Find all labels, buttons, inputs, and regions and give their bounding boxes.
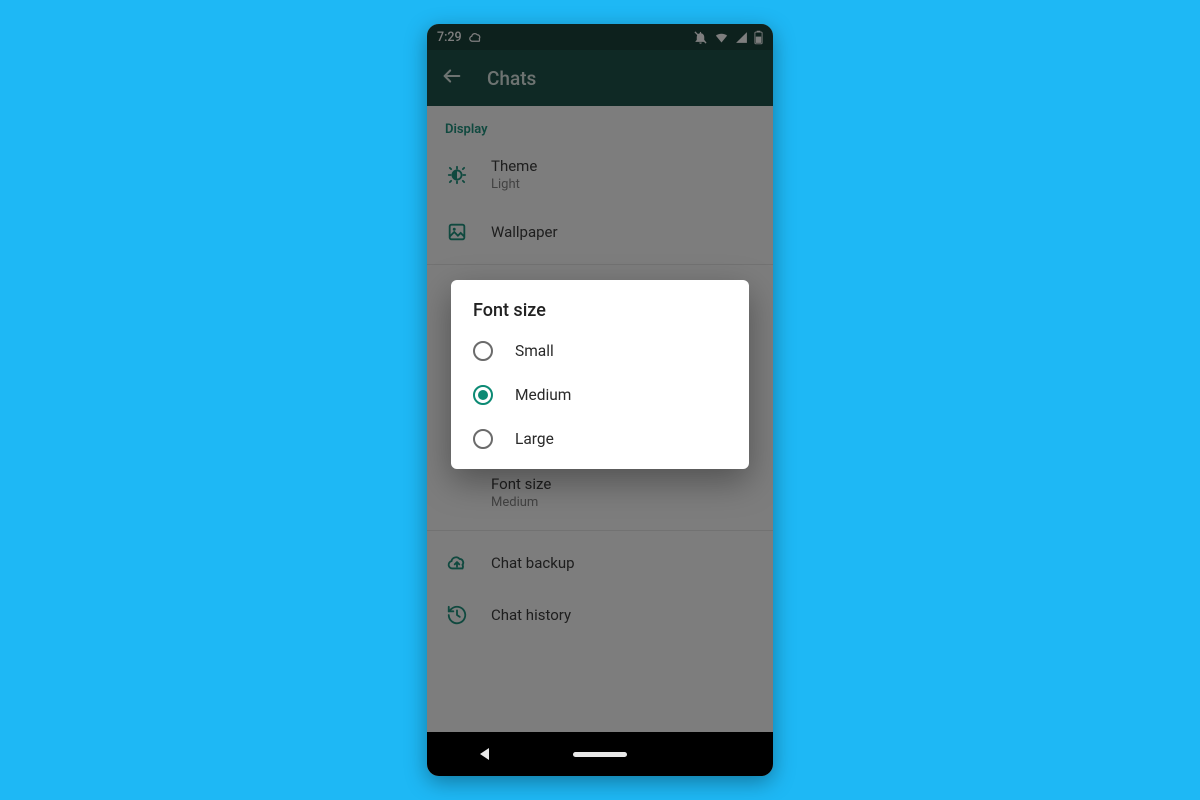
- nav-back-icon: [480, 748, 489, 760]
- option-label: Medium: [515, 386, 571, 404]
- nav-home-button[interactable]: [573, 752, 627, 757]
- option-label: Small: [515, 342, 554, 360]
- option-large[interactable]: Large: [451, 417, 749, 461]
- phone-frame: 7:29: [427, 24, 773, 776]
- font-size-dialog: Font size Small Medium Large: [451, 280, 749, 469]
- android-nav-bar: [427, 732, 773, 776]
- option-label: Large: [515, 430, 554, 448]
- screen: 7:29: [427, 24, 773, 776]
- radio-icon-selected: [473, 385, 493, 405]
- radio-icon: [473, 429, 493, 449]
- dialog-title: Font size: [451, 300, 749, 329]
- nav-back-button[interactable]: [458, 748, 512, 760]
- radio-icon: [473, 341, 493, 361]
- option-small[interactable]: Small: [451, 329, 749, 373]
- option-medium[interactable]: Medium: [451, 373, 749, 417]
